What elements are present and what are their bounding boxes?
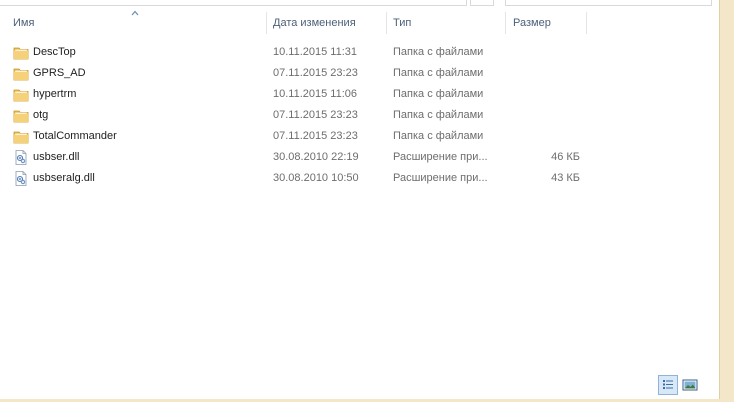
file-row[interactable]: hypertrm 10.11.2015 11:06 Папка с файлам… [0, 84, 719, 105]
refresh-button-edge[interactable] [470, 0, 494, 6]
window-frame-right [719, 0, 734, 402]
file-size: 43 КБ [551, 172, 580, 184]
file-row[interactable]: GPRS_AD 07.11.2015 23:23 Папка с файлами [0, 63, 719, 84]
large-icons-view-button[interactable] [680, 375, 700, 395]
file-type: Расширение при... [393, 151, 488, 163]
column-divider[interactable] [586, 12, 587, 34]
details-view-icon [663, 380, 673, 389]
file-list: DescTop 10.11.2015 11:31 Папка с файлами… [0, 42, 719, 189]
file-name: TotalCommander [33, 130, 117, 142]
view-switcher [658, 375, 700, 395]
file-date: 07.11.2015 23:23 [273, 109, 358, 121]
large-icons-view-icon [682, 379, 698, 391]
file-type: Расширение при... [393, 172, 488, 184]
file-type: Папка с файлами [393, 46, 484, 58]
file-type: Папка с файлами [393, 67, 484, 79]
file-type: Папка с файлами [393, 130, 484, 142]
folder-icon [13, 131, 29, 144]
file-row[interactable]: TotalCommander 07.11.2015 23:23 Папка с … [0, 126, 719, 147]
file-date: 30.08.2010 10:50 [273, 172, 359, 184]
file-date: 07.11.2015 23:23 [273, 67, 358, 79]
column-header-date[interactable]: Дата изменения [273, 10, 385, 36]
column-divider[interactable] [505, 12, 506, 34]
file-type: Папка с файлами [393, 88, 484, 100]
file-row[interactable]: otg 07.11.2015 23:23 Папка с файлами [0, 105, 719, 126]
address-bar-edge[interactable] [0, 0, 467, 6]
column-header-size-label: Размер [513, 17, 551, 29]
column-divider[interactable] [266, 12, 267, 34]
file-name: hypertrm [33, 88, 77, 100]
file-name: usbser.dll [33, 151, 80, 163]
folder-icon [13, 89, 29, 102]
file-name: GPRS_AD [33, 67, 86, 79]
column-header-name-label: Имя [13, 17, 35, 29]
file-date: 10.11.2015 11:31 [273, 46, 358, 58]
column-header-type-label: Тип [393, 17, 412, 29]
file-row[interactable]: DescTop 10.11.2015 11:31 Папка с файлами [0, 42, 719, 63]
file-name: usbseralg.dll [33, 172, 95, 184]
file-list-pane[interactable]: Имя Дата изменения Тип Размер DescTop 10… [0, 0, 719, 399]
file-date: 10.11.2015 11:06 [273, 88, 358, 100]
folder-icon [13, 68, 29, 81]
file-name: otg [33, 109, 49, 121]
column-header-name[interactable]: Имя [13, 10, 265, 36]
file-name: DescTop [33, 46, 76, 58]
folder-icon [13, 110, 29, 123]
dll-file-icon [15, 150, 27, 165]
column-divider[interactable] [386, 12, 387, 34]
file-row[interactable]: usbseralg.dll 30.08.2010 10:50 Расширени… [0, 168, 719, 189]
file-type: Папка с файлами [393, 109, 484, 121]
column-header: Имя Дата изменения Тип Размер [0, 10, 719, 36]
search-box-edge[interactable] [505, 0, 712, 6]
folder-icon [13, 47, 29, 60]
file-size: 46 КБ [551, 151, 580, 163]
file-explorer-window: Имя Дата изменения Тип Размер DescTop 10… [0, 0, 734, 402]
file-date: 30.08.2010 22:19 [273, 151, 359, 163]
column-header-size[interactable]: Размер [513, 10, 585, 36]
details-view-button[interactable] [658, 375, 678, 395]
toolbar-edge [0, 0, 734, 6]
dll-file-icon [15, 171, 27, 186]
column-header-date-label: Дата изменения [273, 17, 356, 29]
column-header-type[interactable]: Тип [393, 10, 503, 36]
file-date: 07.11.2015 23:23 [273, 130, 358, 142]
file-row[interactable]: usbser.dll 30.08.2010 22:19 Расширение п… [0, 147, 719, 168]
